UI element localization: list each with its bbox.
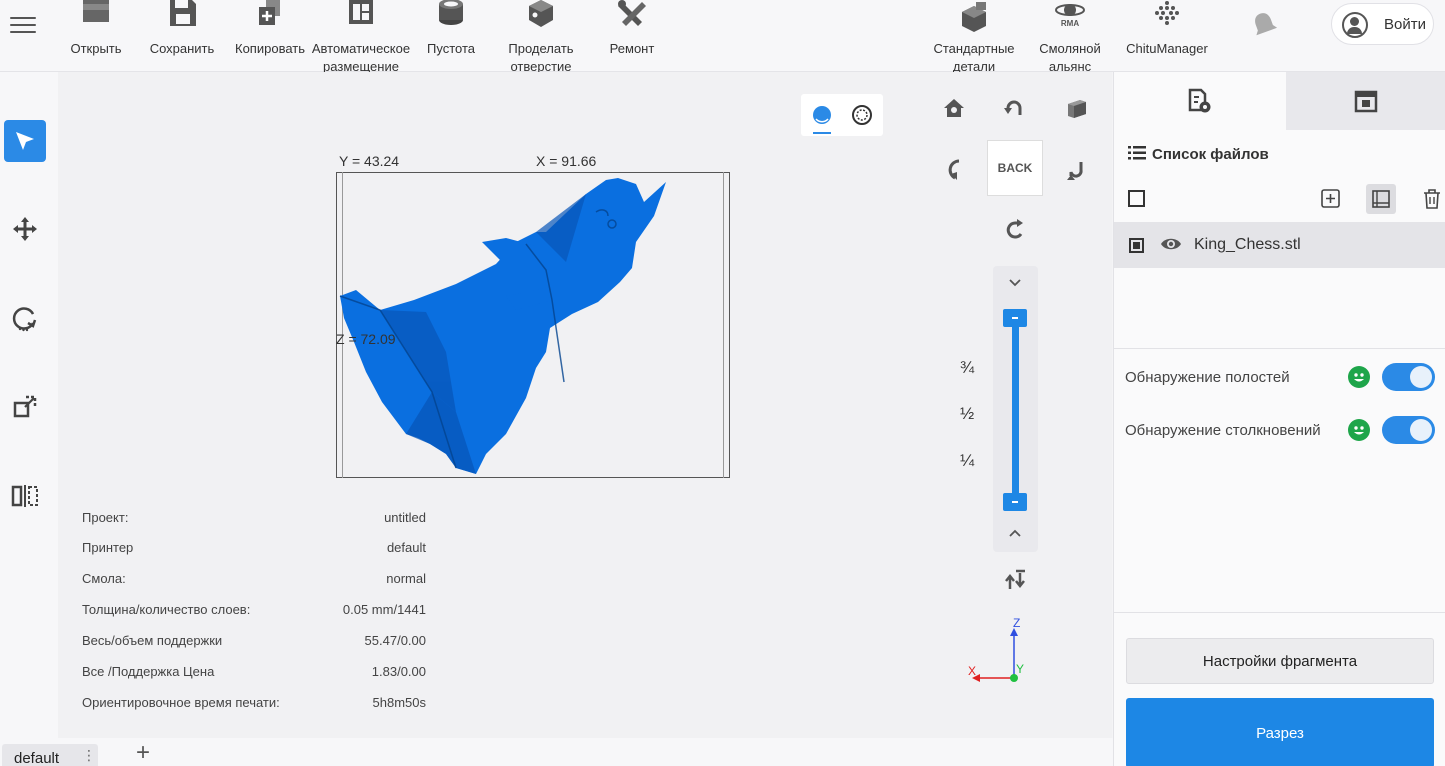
svg-text:RMA: RMA: [1061, 19, 1079, 28]
cursor-arrow-icon: [16, 132, 34, 150]
slider-down-chevron-icon[interactable]: [1007, 274, 1023, 290]
slider-top-handle[interactable]: [1003, 309, 1027, 327]
resin-alliance-icon: RMA: [1052, 0, 1088, 34]
auto-layout-button[interactable]: Автоматическое размещение: [306, 0, 416, 76]
render-mode-toggle: [801, 94, 883, 136]
home-view-icon[interactable]: [934, 88, 974, 128]
layer-slider[interactable]: [993, 266, 1038, 552]
tab-options-kebab-icon[interactable]: ⋮: [82, 747, 96, 764]
layer-swap-icon[interactable]: [996, 560, 1036, 600]
divider: [1114, 612, 1445, 613]
back-view-cube[interactable]: BACK: [987, 140, 1043, 196]
open-button[interactable]: Открыть: [64, 0, 128, 58]
axis-x-label: X: [968, 664, 977, 678]
mirror-icon: [11, 485, 38, 507]
tab-default[interactable]: default ⋮: [2, 744, 98, 766]
file-name: King_Chess.stl: [1194, 236, 1301, 253]
punch-hole-button[interactable]: Проделать отверстие: [500, 0, 582, 76]
chitumanager-button[interactable]: ChituManager: [1118, 0, 1216, 58]
collision-detection-toggle[interactable]: [1382, 416, 1435, 444]
copy-icon: [252, 0, 288, 34]
hollow-icon: [433, 0, 469, 34]
slider-mark-quarter: ¼: [960, 451, 975, 470]
select-tool-button[interactable]: [4, 120, 46, 162]
rotate-left-view-icon[interactable]: [994, 88, 1034, 128]
save-icon: [164, 0, 200, 34]
top-toolbar: Открыть Сохранить Копировать Автоматичес…: [0, 0, 1445, 74]
repair-button[interactable]: Ремонт: [602, 0, 662, 58]
user-avatar-icon: [1342, 12, 1368, 38]
slider-mark-three-quarter: ¾: [960, 358, 975, 377]
open-icon: [78, 0, 114, 34]
iso-cube-view-icon[interactable]: [1056, 88, 1096, 128]
rotate-cw-view-icon[interactable]: [1056, 150, 1096, 190]
file-row[interactable]: King_Chess.stl: [1114, 222, 1445, 268]
chitumanager-icon: [1149, 0, 1185, 34]
notification-bell-icon[interactable]: [1250, 10, 1278, 38]
slider-mark-half: ½: [960, 404, 975, 423]
select-all-checkbox[interactable]: [1128, 190, 1145, 207]
standard-parts-icon: [956, 0, 992, 34]
cavity-detection-label: Обнаружение полостей: [1125, 369, 1290, 386]
dim-z-label: Z = 72.09: [336, 331, 396, 347]
slice-settings-button[interactable]: Настройки фрагмента: [1126, 638, 1434, 684]
axis-z-label: Z: [1013, 616, 1021, 630]
collision-ok-smile-icon: [1348, 419, 1370, 441]
slider-track: [1012, 320, 1019, 504]
resin-alliance-button[interactable]: RMA Смоляной альянс: [1030, 0, 1110, 76]
right-panel: Список файлов King_Chess.stl Обнаружение…: [1113, 72, 1445, 766]
slice-button[interactable]: Разрез: [1126, 698, 1434, 766]
solid-view-icon[interactable]: [811, 104, 833, 126]
cavity-ok-smile-icon: [1348, 366, 1370, 388]
bottom-tab-bar: default ⋮ +: [0, 738, 1113, 766]
slider-up-chevron-icon[interactable]: [1007, 526, 1023, 542]
scale-tool-button[interactable]: [4, 386, 46, 428]
divider: [1114, 348, 1445, 349]
dim-y-label: Y = 43.24: [339, 153, 400, 169]
file-checkbox[interactable]: [1129, 238, 1144, 253]
login-button[interactable]: Войти: [1331, 3, 1434, 45]
standard-parts-button[interactable]: Стандартные детали: [928, 0, 1020, 76]
add-file-icon[interactable]: [1320, 188, 1342, 210]
delete-trash-icon[interactable]: [1422, 188, 1442, 210]
rotate-down-view-icon[interactable]: [995, 210, 1035, 250]
file-settings-icon: [1188, 88, 1211, 113]
rotate-ccw-view-icon[interactable]: [934, 150, 974, 190]
auto-layout-icon: [343, 0, 379, 34]
tab-printer[interactable]: [1286, 72, 1445, 130]
king-chess-model[interactable]: [336, 172, 730, 478]
repair-icon: [614, 0, 650, 34]
rotate-tool-button[interactable]: [4, 298, 46, 340]
layout-grid-icon[interactable]: [1366, 184, 1396, 214]
hamburger-menu-icon[interactable]: [10, 12, 36, 34]
mirror-tool-button[interactable]: [4, 475, 46, 517]
copy-button[interactable]: Копировать: [230, 0, 310, 58]
file-list-header: Список файлов: [1128, 146, 1269, 163]
save-button[interactable]: Сохранить: [146, 0, 218, 58]
add-tab-button[interactable]: +: [136, 741, 150, 765]
list-icon: [1128, 146, 1146, 160]
punch-hole-icon: [523, 0, 559, 34]
left-toolbar: [0, 72, 58, 738]
eye-visibility-icon[interactable]: [1160, 236, 1182, 254]
dim-x-label: X = 91.66: [536, 153, 597, 169]
scale-icon: [13, 395, 37, 418]
hollow-button[interactable]: Пустота: [420, 0, 482, 58]
slider-bottom-handle[interactable]: [1003, 493, 1027, 511]
tab-file-settings[interactable]: [1114, 72, 1286, 130]
move-tool-button[interactable]: [4, 208, 46, 250]
cavity-detection-toggle[interactable]: [1382, 363, 1435, 391]
rotate-icon: [12, 307, 37, 332]
move-arrows-icon: [13, 217, 37, 241]
axis-y-label: Y: [1016, 662, 1025, 676]
wireframe-view-icon[interactable]: [851, 104, 873, 126]
active-render-indicator: [813, 132, 831, 134]
collision-detection-label: Обнаружение столкновений: [1125, 422, 1321, 439]
printer-icon: [1354, 90, 1378, 113]
